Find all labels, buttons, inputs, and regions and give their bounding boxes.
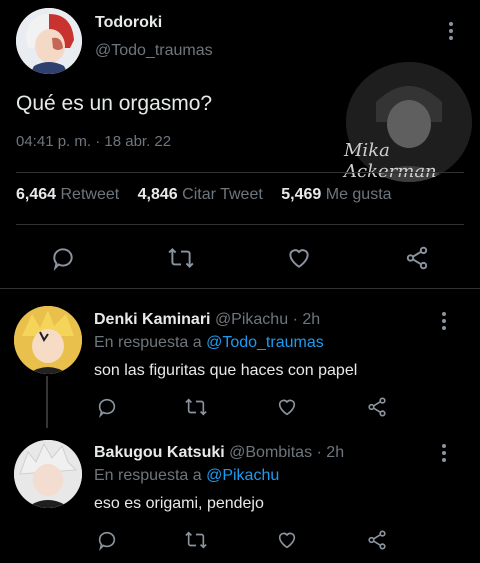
reply2-display-name[interactable]: Bakugou Katsuki bbox=[94, 444, 225, 461]
share-icon[interactable] bbox=[404, 245, 430, 271]
todoroki-avatar[interactable] bbox=[16, 8, 82, 74]
bakugou-avatar[interactable] bbox=[14, 440, 82, 508]
main-timestamp[interactable]: 04:41 p. m. · 18 abr. 22 bbox=[16, 133, 171, 150]
reply1-share-icon[interactable] bbox=[366, 396, 388, 418]
reply2-like-icon[interactable] bbox=[276, 529, 298, 551]
like-count[interactable]: 5,469 bbox=[281, 186, 321, 203]
stats-row: 6,464 Retweet 4,846 Citar Tweet 5,469 Me… bbox=[16, 186, 392, 204]
reply2-handle[interactable]: @Bombitas bbox=[229, 444, 312, 461]
like-icon[interactable] bbox=[286, 245, 312, 271]
reply2-reply-icon[interactable] bbox=[96, 529, 118, 551]
reply1-retweet-icon[interactable] bbox=[184, 396, 208, 418]
reply1-reply-to-link[interactable]: @Todo_traumas bbox=[206, 334, 324, 351]
like-label[interactable]: Me gusta bbox=[326, 186, 392, 203]
quote-label[interactable]: Citar Tweet bbox=[182, 186, 263, 203]
reply1-reply-prefix: En respuesta a bbox=[94, 334, 202, 351]
denki-avatar[interactable] bbox=[14, 306, 82, 374]
reply2-more-icon[interactable] bbox=[441, 444, 447, 462]
main-handle[interactable]: @Todo_traumas bbox=[95, 42, 213, 60]
reply2-reply-prefix: En respuesta a bbox=[94, 467, 202, 484]
reply1-reply-icon[interactable] bbox=[96, 396, 118, 418]
reply1-more-icon[interactable] bbox=[441, 312, 447, 330]
reply1-handle[interactable]: @Pikachu bbox=[215, 311, 288, 328]
reply-icon[interactable] bbox=[50, 245, 76, 271]
watermark-text: Mika Ackerman bbox=[344, 140, 437, 182]
retweet-label[interactable]: Retweet bbox=[61, 186, 120, 203]
reply2-share-icon[interactable] bbox=[366, 529, 388, 551]
reply1-text: son las figuritas que haces con papel bbox=[94, 362, 358, 379]
main-more-icon[interactable] bbox=[448, 22, 454, 40]
retweet-count[interactable]: 6,464 bbox=[16, 186, 56, 203]
main-tweet-text: Qué es un orgasmo? bbox=[16, 92, 213, 115]
reply2-time[interactable]: · 2h bbox=[317, 444, 345, 461]
quote-count[interactable]: 4,846 bbox=[138, 186, 178, 203]
reply2-reply-to-link[interactable]: @Pikachu bbox=[206, 467, 279, 484]
reply1-time[interactable]: · 2h bbox=[293, 311, 321, 328]
reply1-display-name[interactable]: Denki Kaminari bbox=[94, 311, 210, 328]
main-display-name[interactable]: Todoroki bbox=[95, 14, 162, 32]
retweet-icon[interactable] bbox=[167, 245, 195, 271]
reply1-like-icon[interactable] bbox=[276, 396, 298, 418]
reply2-text: eso es origami, pendejo bbox=[94, 495, 264, 512]
reply2-retweet-icon[interactable] bbox=[184, 529, 208, 551]
